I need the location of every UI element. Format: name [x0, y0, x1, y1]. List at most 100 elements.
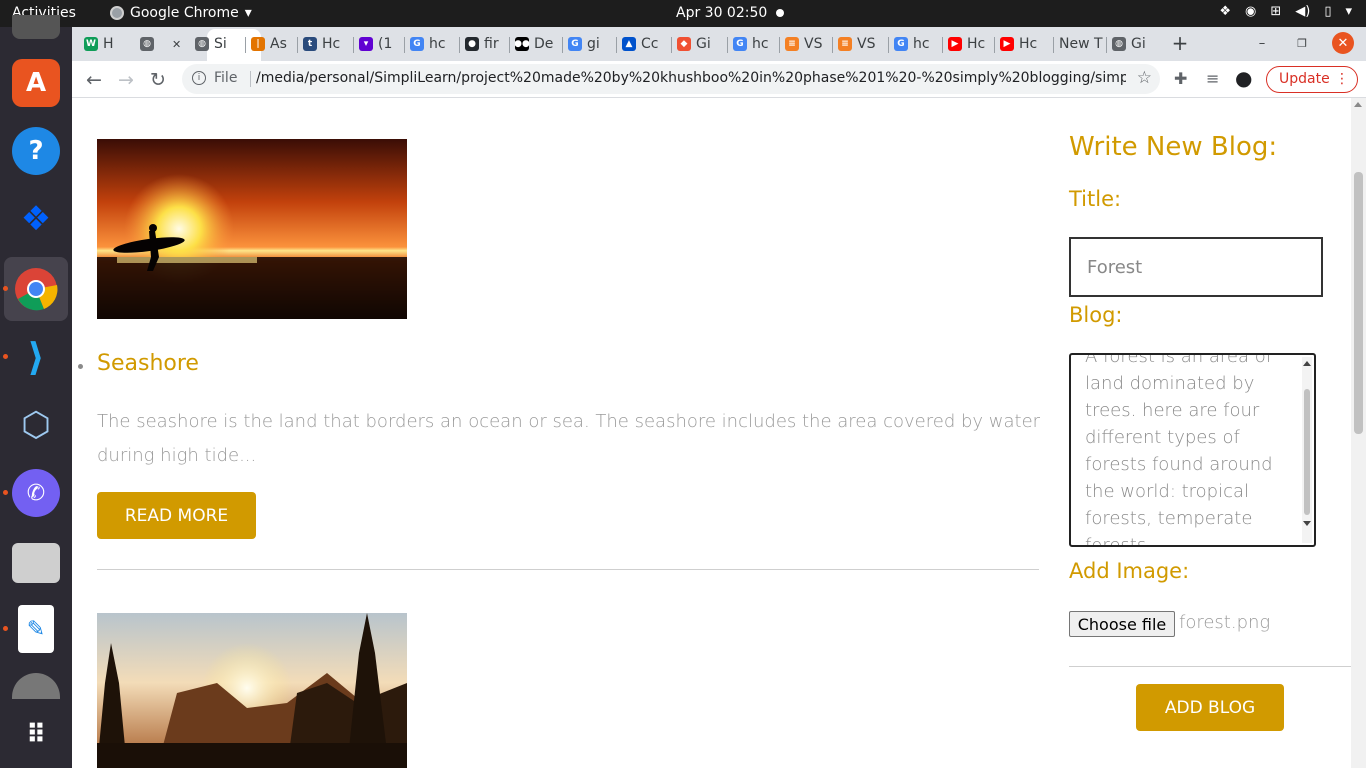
tab[interactable]: Ghc	[894, 33, 930, 55]
bars-icon: |	[251, 37, 265, 51]
url-text[interactable]: /media/personal/SimpliLearn/project%20ma…	[256, 70, 1126, 86]
globe-icon: ◍	[140, 37, 154, 51]
maximize-button[interactable]: ❐	[1290, 31, 1314, 55]
page-content: Seashore The seashore is the land that b…	[72, 98, 1351, 768]
youtube-icon: ▶	[1000, 37, 1014, 51]
textarea-scrollbar[interactable]	[1302, 357, 1312, 543]
tab[interactable]: WH	[84, 33, 114, 55]
tab[interactable]: ●● De	[515, 33, 553, 55]
info-icon[interactable]: i	[192, 71, 206, 85]
back-button[interactable]: ←	[81, 67, 107, 93]
text-editor-icon[interactable]: ✎	[18, 605, 54, 653]
running-indicator	[3, 490, 8, 495]
tab-label: De	[534, 36, 554, 52]
tab[interactable]: ≡ VS	[838, 33, 875, 55]
tab[interactable]: Ghc	[410, 33, 446, 55]
blog-label: Blog:	[1069, 303, 1123, 327]
viber-icon[interactable]: ✆	[12, 469, 60, 517]
reload-button[interactable]: ↻	[145, 67, 171, 93]
choose-file-button[interactable]: Choose file	[1069, 611, 1175, 637]
tab-separator	[727, 37, 728, 53]
media-queue-icon[interactable]: ≡	[1206, 69, 1219, 88]
tab[interactable]: ▾ (1	[359, 33, 392, 55]
post-excerpt: The seashore is the land that borders an…	[97, 411, 1041, 466]
globe-icon: ◍	[1112, 37, 1126, 51]
tab-active[interactable]: ◍ ✕	[140, 33, 181, 55]
vscode-icon[interactable]: ⟩	[12, 333, 60, 381]
tab-label: hc	[913, 36, 930, 52]
page-scrollbar[interactable]	[1351, 98, 1366, 768]
tab-label: VS	[857, 36, 876, 52]
tab-separator	[616, 37, 617, 53]
profile-avatar-icon[interactable]: ●	[1235, 66, 1252, 90]
address-bar[interactable]: i File /media/personal/SimpliLearn/proje…	[182, 64, 1160, 94]
tab[interactable]: New T	[1059, 33, 1103, 55]
help-icon[interactable]: ?	[12, 127, 60, 175]
tab-label: Hc	[1019, 36, 1038, 52]
extensions-icon[interactable]: ✚	[1174, 69, 1187, 88]
add-blog-button[interactable]: ADD BLOG	[1136, 684, 1284, 731]
read-more-button[interactable]: READ MORE	[97, 492, 256, 539]
tab-separator	[297, 37, 298, 53]
chrome-icon[interactable]	[12, 265, 60, 313]
stackoverflow-icon: ≡	[785, 37, 799, 51]
tab[interactable]: ◍ Si	[195, 33, 227, 55]
network-icon[interactable]: ⊞	[1270, 4, 1281, 19]
tab[interactable]: ◍ Gi	[1112, 33, 1146, 55]
tab[interactable]: | As	[251, 33, 287, 55]
minimize-button[interactable]: –	[1250, 31, 1274, 55]
browser-toolbar: ← → ↻ i File /media/personal/SimpliLearn…	[72, 61, 1366, 98]
scroll-up-arrow-icon[interactable]	[1354, 102, 1362, 107]
tab[interactable]: ▲ Cc	[622, 33, 658, 55]
bookmark-star-icon[interactable]: ☆	[1137, 68, 1152, 88]
forward-button[interactable]: →	[113, 67, 139, 93]
tab-label: Gi	[1131, 36, 1146, 52]
system-tray[interactable]: ❖ ◉ ⊞ ◀) ▯ ▾	[1219, 4, 1352, 19]
blog-textarea[interactable]: A forest is an area of land dominated by…	[1069, 353, 1316, 547]
scroll-up-arrow-icon[interactable]	[1303, 361, 1311, 366]
form-divider	[1069, 666, 1351, 667]
tab[interactable]: ◆ Gi	[677, 33, 711, 55]
textarea-scroll-thumb[interactable]	[1304, 389, 1310, 515]
virtualbox-icon[interactable]: ⬡	[12, 401, 60, 449]
post-title[interactable]: Seashore	[97, 351, 199, 376]
kebab-menu-icon[interactable]: ⋮	[1335, 67, 1349, 92]
files-icon[interactable]	[12, 543, 60, 583]
tab[interactable]: t Hc	[303, 33, 340, 55]
tab-separator	[779, 37, 780, 53]
close-window-button[interactable]: ✕	[1332, 32, 1354, 54]
page-scroll-thumb[interactable]	[1354, 172, 1363, 434]
globe-icon: ◍	[195, 37, 209, 51]
tab[interactable]: Ggi	[568, 33, 600, 55]
tab[interactable]: ● fir	[465, 33, 499, 55]
google-icon: G	[568, 37, 582, 51]
power-menu-icon[interactable]: ▾	[1345, 4, 1352, 19]
scroll-down-arrow-icon[interactable]	[1303, 521, 1311, 526]
chrome-small-icon	[110, 6, 124, 20]
dock-partial-icon[interactable]	[12, 15, 60, 39]
tab-separator	[942, 37, 943, 53]
tab[interactable]: ≡ VS	[785, 33, 822, 55]
google-icon: G	[733, 37, 747, 51]
mail-icon: ▾	[359, 37, 373, 51]
app-menu[interactable]: Google Chrome ▾	[110, 5, 252, 21]
update-label: Update	[1279, 71, 1330, 87]
battery-icon[interactable]: ▯	[1324, 4, 1331, 19]
close-tab-icon[interactable]: ✕	[172, 38, 181, 51]
software-center-icon[interactable]: A	[12, 59, 60, 107]
tab[interactable]: ▶ Hc	[948, 33, 985, 55]
tab[interactable]: ▶ Hc	[1000, 33, 1037, 55]
new-tab-button[interactable]: +	[1168, 31, 1192, 55]
tab[interactable]: Ghc	[733, 33, 769, 55]
tab-label: Hc	[322, 36, 341, 52]
clock[interactable]: Apr 30 02:50	[676, 5, 767, 21]
tab-label: gi	[587, 36, 600, 52]
dropbox-icon[interactable]: ❖	[12, 195, 60, 243]
update-button[interactable]: Update ⋮	[1266, 66, 1358, 93]
show-apps-icon[interactable]: ⠿	[12, 711, 60, 759]
title-input[interactable]	[1069, 237, 1323, 297]
viber-tray-icon[interactable]: ◉	[1245, 4, 1256, 19]
settings-icon[interactable]	[12, 673, 60, 699]
volume-icon[interactable]: ◀)	[1295, 4, 1310, 19]
dropbox-tray-icon[interactable]: ❖	[1219, 4, 1231, 19]
